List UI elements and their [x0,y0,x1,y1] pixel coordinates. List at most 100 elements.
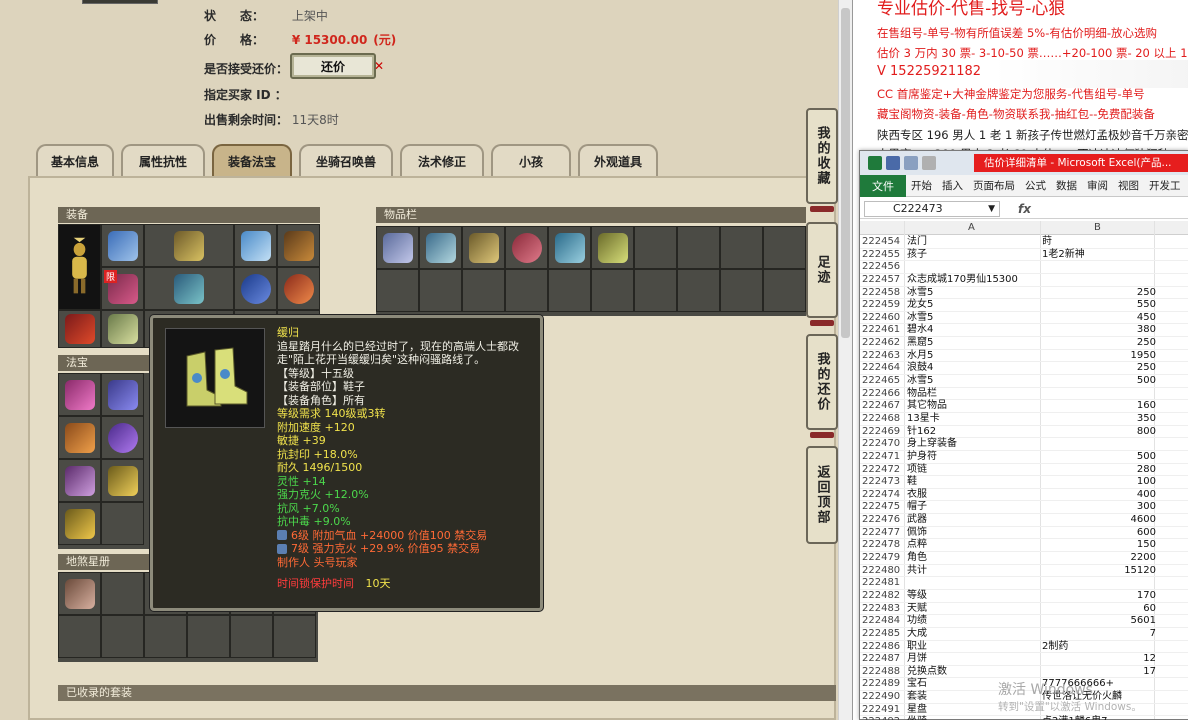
item-slot[interactable] [763,226,806,269]
item-slot[interactable] [763,269,806,312]
treasure-slot[interactable] [58,502,101,545]
cell-b[interactable]: 350 [1137,413,1156,426]
cell-b[interactable]: 550 [1137,299,1156,312]
star-book-slot[interactable] [101,572,144,615]
table-row[interactable]: 222477 佩饰 600 [860,527,1188,540]
item-slot[interactable] [634,269,677,312]
treasure-slot[interactable] [58,459,101,502]
equipment-slot[interactable] [234,224,277,267]
cell-a[interactable]: 冰雪5 [907,287,933,300]
cell-a[interactable]: 浪鼓4 [907,362,933,375]
star-book-slot[interactable] [101,615,144,658]
row-number[interactable]: 222488 [862,666,900,679]
table-row[interactable]: 222492 坐骑 点2满1麟6卑7 [860,716,1188,720]
cell-b[interactable]: 250 [1137,337,1156,350]
table-row[interactable]: 222487 月饼 12 [860,653,1188,666]
row-number[interactable]: 222472 [862,464,900,477]
row-number[interactable]: 222467 [862,400,900,413]
cell-b[interactable]: 380 [1137,324,1156,337]
row-number[interactable]: 222456 [862,261,900,274]
table-row[interactable]: 222481 [860,577,1188,590]
cell-a[interactable]: 法门 [907,236,927,249]
row-number[interactable]: 222463 [862,350,900,363]
table-row[interactable]: 222464 浪鼓4 250 [860,362,1188,376]
item-slot[interactable] [548,226,591,269]
cell-a[interactable]: 星盘 [907,704,927,717]
cell-a[interactable]: 共计 [907,565,927,578]
footprint-button[interactable]: 足迹 [806,222,838,318]
cell-a[interactable]: 其它物品 [907,400,947,413]
row-number[interactable]: 222465 [862,375,900,388]
row-number[interactable]: 222468 [862,413,900,426]
cell-a[interactable]: 职业 [907,641,927,654]
table-row[interactable]: 222458 冰雪5 250 [860,287,1188,300]
row-number[interactable]: 222490 [862,691,900,704]
cell-a[interactable]: 坐骑 [907,716,927,720]
redo-icon[interactable] [922,156,936,170]
item-slot[interactable] [720,269,763,312]
equipment-slot[interactable] [144,267,234,310]
cell-a[interactable]: 身上穿装备 [907,438,957,451]
cell-a[interactable]: 护身符 [907,451,937,464]
table-row[interactable]: 222485 大成 7 [860,628,1188,641]
ribbon-tab-home[interactable]: 开始 [906,178,937,193]
table-row[interactable]: 222457 众志成城170男仙15300 [860,274,1188,287]
table-row[interactable]: 222470 身上穿装备 [860,438,1188,451]
row-number[interactable]: 222478 [862,539,900,552]
item-slot[interactable] [677,226,720,269]
treasure-slot[interactable] [101,459,144,502]
cell-a[interactable]: 大成 [907,628,927,641]
table-row[interactable]: 222463 水月5 1950 [860,350,1188,363]
table-row[interactable]: 222471 护身符 500 [860,451,1188,464]
undo-icon[interactable] [904,156,918,170]
cell-b[interactable]: 600 [1137,527,1156,540]
row-number[interactable]: 222455 [862,249,900,262]
table-row[interactable]: 222488 兑换点数 17 [860,666,1188,679]
cell-b[interactable]: 500 [1137,451,1156,464]
table-row[interactable]: 222465 冰雪5 500 [860,375,1188,388]
file-tab[interactable]: 文件 [860,174,906,197]
cell-a[interactable]: 点粹 [907,539,927,552]
row-number[interactable]: 222486 [862,641,900,654]
table-row[interactable]: 222461 碧水4 380 [860,324,1188,338]
cell-b[interactable]: 莳 [1042,236,1052,249]
cell-a[interactable]: 针162 [907,426,936,439]
cell-a[interactable]: 武器 [907,514,927,527]
table-row[interactable]: 222460 冰雪5 450 [860,312,1188,325]
row-number[interactable]: 222489 [862,678,900,691]
table-row[interactable]: 222455 孩子 1老2新神 [860,249,1188,262]
cell-b[interactable]: 500 [1137,375,1156,388]
row-number[interactable]: 222482 [862,590,900,603]
cell-a[interactable]: 孩子 [907,249,927,262]
cell-b[interactable]: 7 [1150,628,1156,641]
table-row[interactable]: 222484 功绩 5601 [860,615,1188,628]
cell-a[interactable]: 帽子 [907,501,927,514]
row-number[interactable]: 222484 [862,615,900,628]
ribbon-tab-developer[interactable]: 开发工 [1144,178,1186,193]
star-book-slot[interactable] [144,615,187,658]
cell-b[interactable]: 300 [1137,501,1156,514]
cell-a[interactable]: 天赋 [907,603,927,616]
equipment-slot[interactable] [101,224,144,267]
cell-a[interactable]: 13星卡 [907,413,940,426]
cell-b[interactable]: 250 [1137,287,1156,300]
row-number[interactable]: 222454 [862,236,900,249]
row-number[interactable]: 222479 [862,552,900,565]
row-number[interactable]: 222475 [862,501,900,514]
cell-b[interactable]: 5601 [1131,615,1156,628]
table-row[interactable]: 222467 其它物品 160 [860,400,1188,413]
cell-a[interactable]: 套装 [907,691,927,704]
item-slot[interactable] [591,269,634,312]
page-scrollbar[interactable] [838,0,852,720]
fx-icon[interactable]: fx [1018,202,1031,216]
cell-b[interactable]: 2200 [1131,552,1156,565]
item-slot[interactable] [677,269,720,312]
ribbon-tab-layout[interactable]: 页面布局 [968,178,1020,193]
row-number[interactable]: 222464 [862,362,900,375]
item-slot[interactable] [376,226,419,269]
item-slot[interactable] [591,226,634,269]
cell-a[interactable]: 衣服 [907,489,927,502]
column-header-a[interactable]: A [968,222,975,233]
treasure-slot[interactable] [58,416,101,459]
cell-a[interactable]: 功绩 [907,615,927,628]
